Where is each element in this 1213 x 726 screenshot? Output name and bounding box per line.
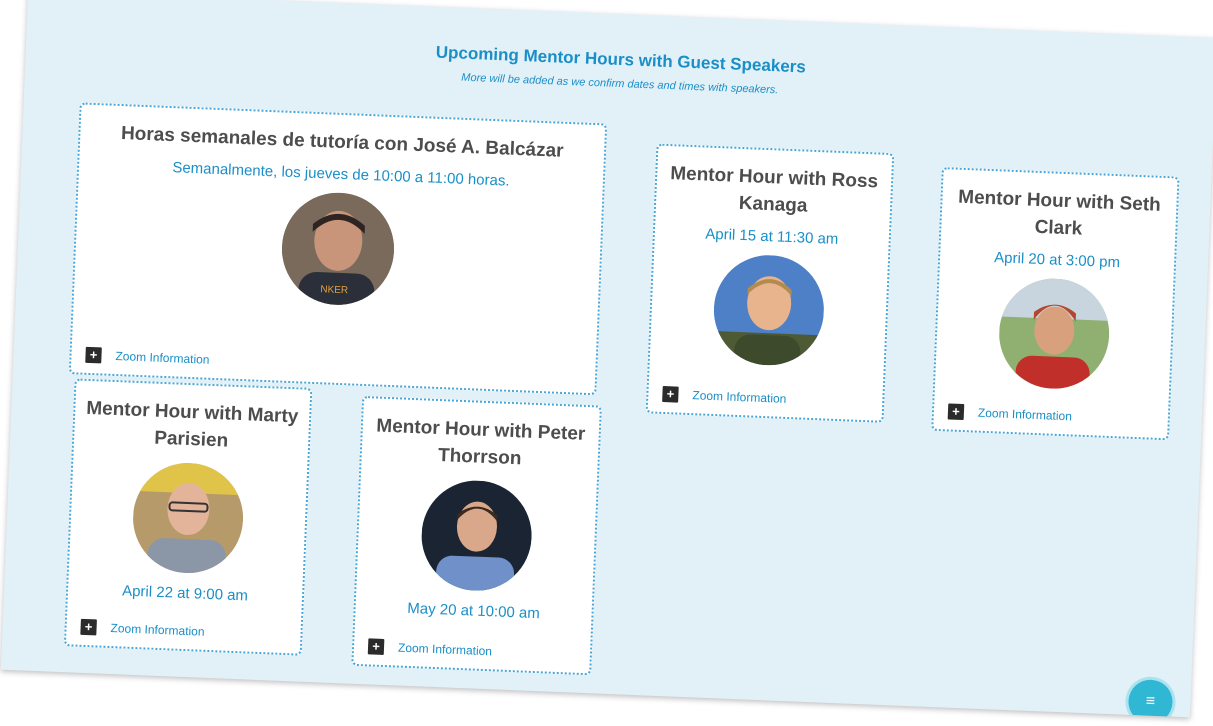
zoom-information-label[interactable]: Zoom Information <box>110 621 205 639</box>
mentor-card-clark: Mentor Hour with Seth Clark April 20 at … <box>931 167 1180 441</box>
chat-widget-button[interactable]: ≡ <box>1127 678 1174 718</box>
mentor-card-thorrson: Mentor Hour with Peter Thorrson May 20 a… <box>351 395 602 676</box>
zoom-information-toggle[interactable]: + Zoom Information <box>85 346 210 368</box>
mentor-card-balcazar: Horas semanales de tutoría con José A. B… <box>68 102 608 396</box>
mentor-card-kanaga: Mentor Hour with Ross Kanaga April 15 at… <box>645 143 895 423</box>
card-title: Mentor Hour with Peter Thorrson <box>375 415 586 470</box>
expand-plus-icon[interactable]: + <box>367 638 385 656</box>
mentor-card-parisien: Mentor Hour with Marty Parisien April 22… <box>63 378 313 656</box>
card-date: April 15 at 11:30 am <box>704 225 839 248</box>
zoom-information-toggle[interactable]: + Zoom Information <box>367 638 493 659</box>
card-title: Mentor Hour with Seth Clark <box>957 186 1162 240</box>
speaker-photo-kanaga <box>711 253 827 368</box>
speaker-photo-parisien <box>130 460 246 576</box>
expand-plus-icon[interactable]: + <box>85 346 102 364</box>
zoom-information-label[interactable]: Zoom Information <box>115 349 210 367</box>
zoom-information-toggle[interactable]: + Zoom Information <box>947 403 1073 424</box>
card-date: May 20 at 10:00 am <box>406 599 541 623</box>
expand-plus-icon[interactable]: + <box>80 618 97 636</box>
card-date: April 20 at 3:00 pm <box>993 249 1121 272</box>
zoom-information-label[interactable]: Zoom Information <box>978 406 1073 424</box>
expand-plus-icon[interactable]: + <box>662 385 679 403</box>
card-title: Mentor Hour with Ross Kanaga <box>669 163 879 217</box>
speaker-photo-thorrson <box>419 478 534 593</box>
zoom-information-label[interactable]: Zoom Information <box>398 641 493 659</box>
zoom-information-label[interactable]: Zoom Information <box>692 388 787 406</box>
zoom-information-toggle[interactable]: + Zoom Information <box>80 618 205 640</box>
zoom-information-toggle[interactable]: + Zoom Information <box>662 385 787 407</box>
speaker-photo-clark <box>997 276 1112 391</box>
card-date: April 22 at 9:00 am <box>121 582 249 605</box>
expand-plus-icon[interactable]: + <box>947 403 965 421</box>
speaker-photo-balcazar: NKER <box>279 190 397 308</box>
mentor-hours-section: Upcoming Mentor Hours with Guest Speaker… <box>0 0 1213 718</box>
svg-text:NKER: NKER <box>320 284 348 296</box>
card-title: Mentor Hour with Marty Parisien <box>85 397 299 452</box>
chat-icon[interactable]: ≡ <box>1145 693 1155 710</box>
